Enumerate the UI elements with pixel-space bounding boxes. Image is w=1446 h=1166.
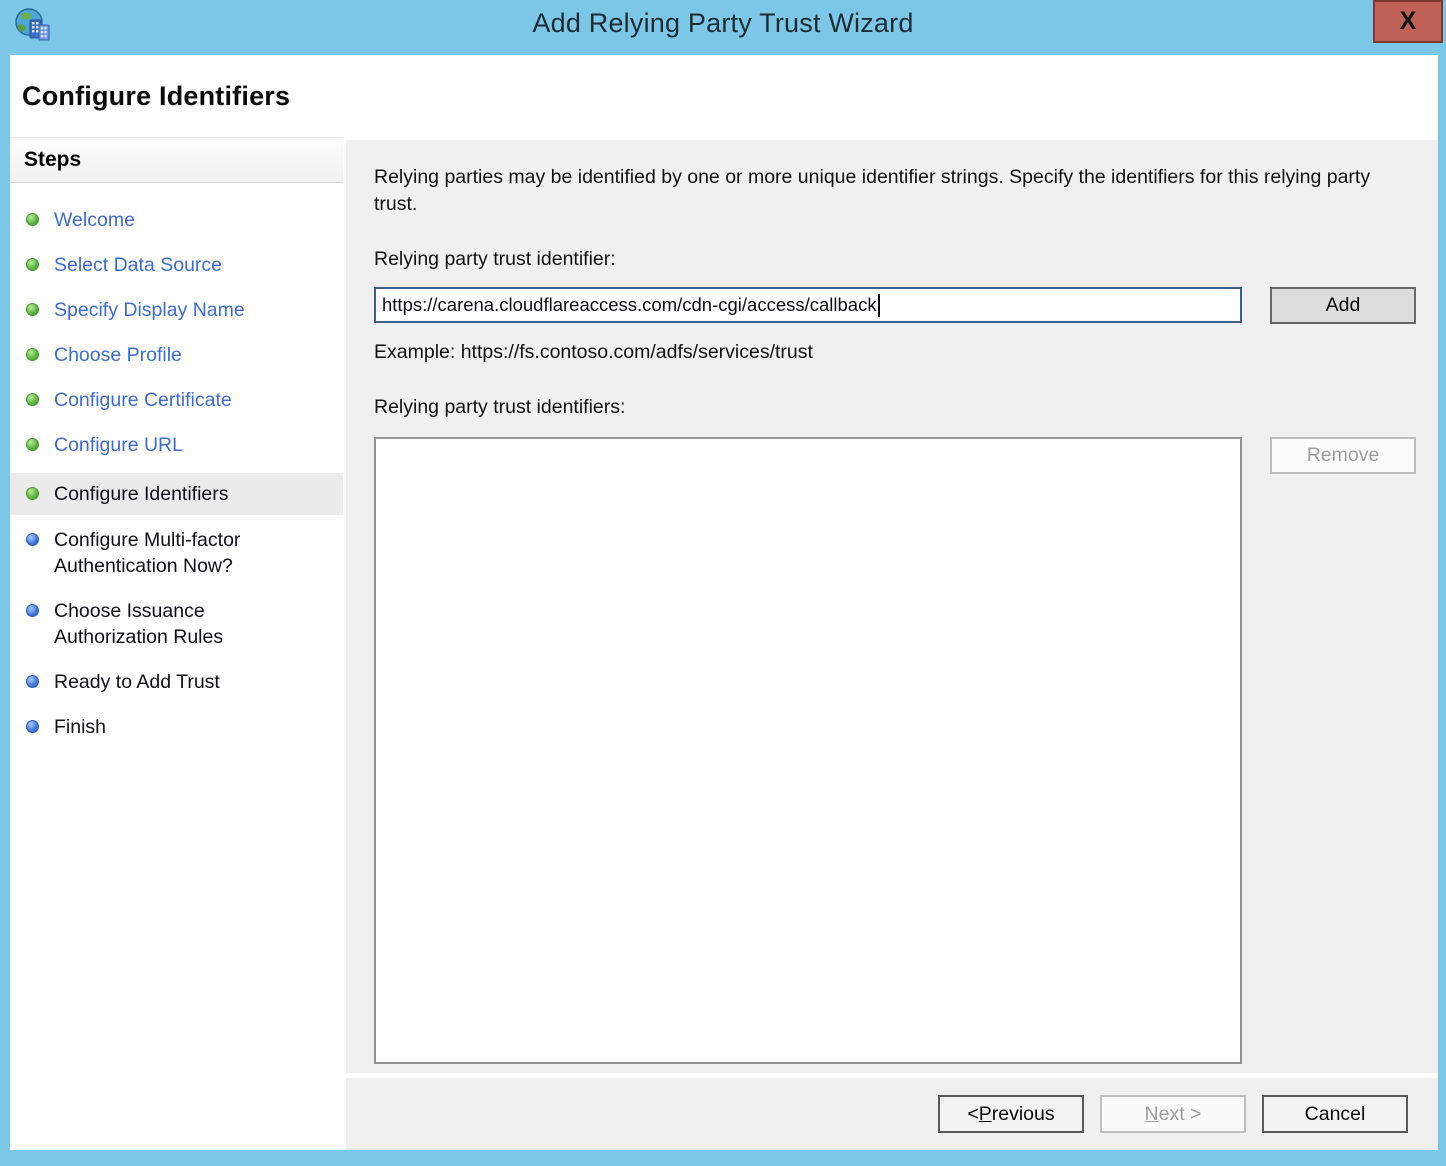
previous-accel: P [979, 1103, 992, 1126]
steps-heading: Steps [10, 137, 343, 183]
sidebar-step: Configure URL [26, 432, 337, 458]
remove-button[interactable]: Remove [1270, 437, 1416, 474]
intro-text: Relying parties may be identified by one… [374, 164, 1398, 218]
previous-prefix: < [967, 1103, 978, 1126]
identifiers-listbox[interactable] [374, 437, 1242, 1064]
sidebar-step: Welcome [26, 207, 337, 233]
page-title: Configure Identifiers [22, 81, 290, 112]
sidebar-step: Configure Certificate [26, 387, 337, 413]
text-caret [878, 294, 880, 317]
sidebar-step: Ready to Add Trust [26, 669, 337, 695]
sidebar-step: Specify Display Name [26, 297, 337, 323]
step-label: Choose Issuance Authorization Rules [54, 598, 304, 650]
step-label: Welcome [54, 207, 135, 233]
sidebar-step: Configure Multi-factor Authentication No… [26, 527, 337, 579]
step-label: Finish [54, 714, 106, 740]
title-bar: Add Relying Party Trust Wizard X [0, 0, 1446, 55]
step-status-icon [26, 258, 39, 271]
identifiers-list-label: Relying party trust identifiers: [374, 396, 1438, 419]
next-accel: N [1145, 1103, 1159, 1126]
step-label: Choose Profile [54, 342, 182, 368]
identifier-input[interactable]: https://carena.cloudflareaccess.com/cdn-… [374, 287, 1242, 323]
page-header: Configure Identifiers [10, 55, 1438, 137]
next-rest: ext > [1159, 1103, 1202, 1126]
step-label: Ready to Add Trust [54, 669, 220, 695]
previous-button[interactable]: < Previous [938, 1095, 1084, 1133]
step-status-icon [26, 604, 39, 617]
close-button[interactable]: X [1373, 0, 1443, 43]
step-label: Specify Display Name [54, 297, 245, 323]
adfs-wizard-window: { "window": { "title": "Add Relying Part… [0, 0, 1446, 1166]
next-button[interactable]: Next > [1100, 1095, 1246, 1133]
step-status-icon [26, 487, 39, 500]
add-button[interactable]: Add [1270, 287, 1416, 324]
sidebar-step: Choose Profile [26, 342, 337, 368]
step-status-icon [26, 348, 39, 361]
step-label: Configure Multi-factor Authentication No… [54, 527, 304, 579]
wizard-dialog: Configure Identifiers Steps Welcome Sele… [10, 55, 1438, 1150]
footer-bar: < Previous Next > Cancel [346, 1078, 1438, 1150]
step-label: Configure URL [54, 432, 183, 458]
step-status-icon [26, 303, 39, 316]
example-text: Example: https://fs.contoso.com/adfs/ser… [374, 341, 1438, 364]
step-status-icon [26, 438, 39, 451]
sidebar-step: Choose Issuance Authorization Rules [26, 598, 337, 650]
sidebar-step: Configure Identifiers [10, 473, 343, 515]
step-status-icon [26, 720, 39, 733]
step-status-icon [26, 675, 39, 688]
sidebar-step: Finish [26, 714, 337, 740]
window-title: Add Relying Party Trust Wizard [0, 8, 1446, 39]
previous-rest: revious [992, 1103, 1055, 1126]
step-status-icon [26, 393, 39, 406]
step-label: Configure Identifiers [54, 481, 229, 507]
sidebar-step: Select Data Source [26, 252, 337, 278]
cancel-button[interactable]: Cancel [1262, 1095, 1408, 1133]
step-status-icon [26, 533, 39, 546]
identifier-input-value: https://carena.cloudflareaccess.com/cdn-… [382, 294, 877, 316]
steps-sidebar: Steps Welcome Select Data Source Specify… [10, 137, 343, 1150]
main-panel: Relying parties may be identified by one… [346, 140, 1438, 1073]
steps-list: Welcome Select Data Source Specify Displ… [10, 183, 343, 740]
step-label: Select Data Source [54, 252, 222, 278]
identifier-label: Relying party trust identifier: [374, 248, 1438, 271]
step-label: Configure Certificate [54, 387, 232, 413]
step-status-icon [26, 213, 39, 226]
